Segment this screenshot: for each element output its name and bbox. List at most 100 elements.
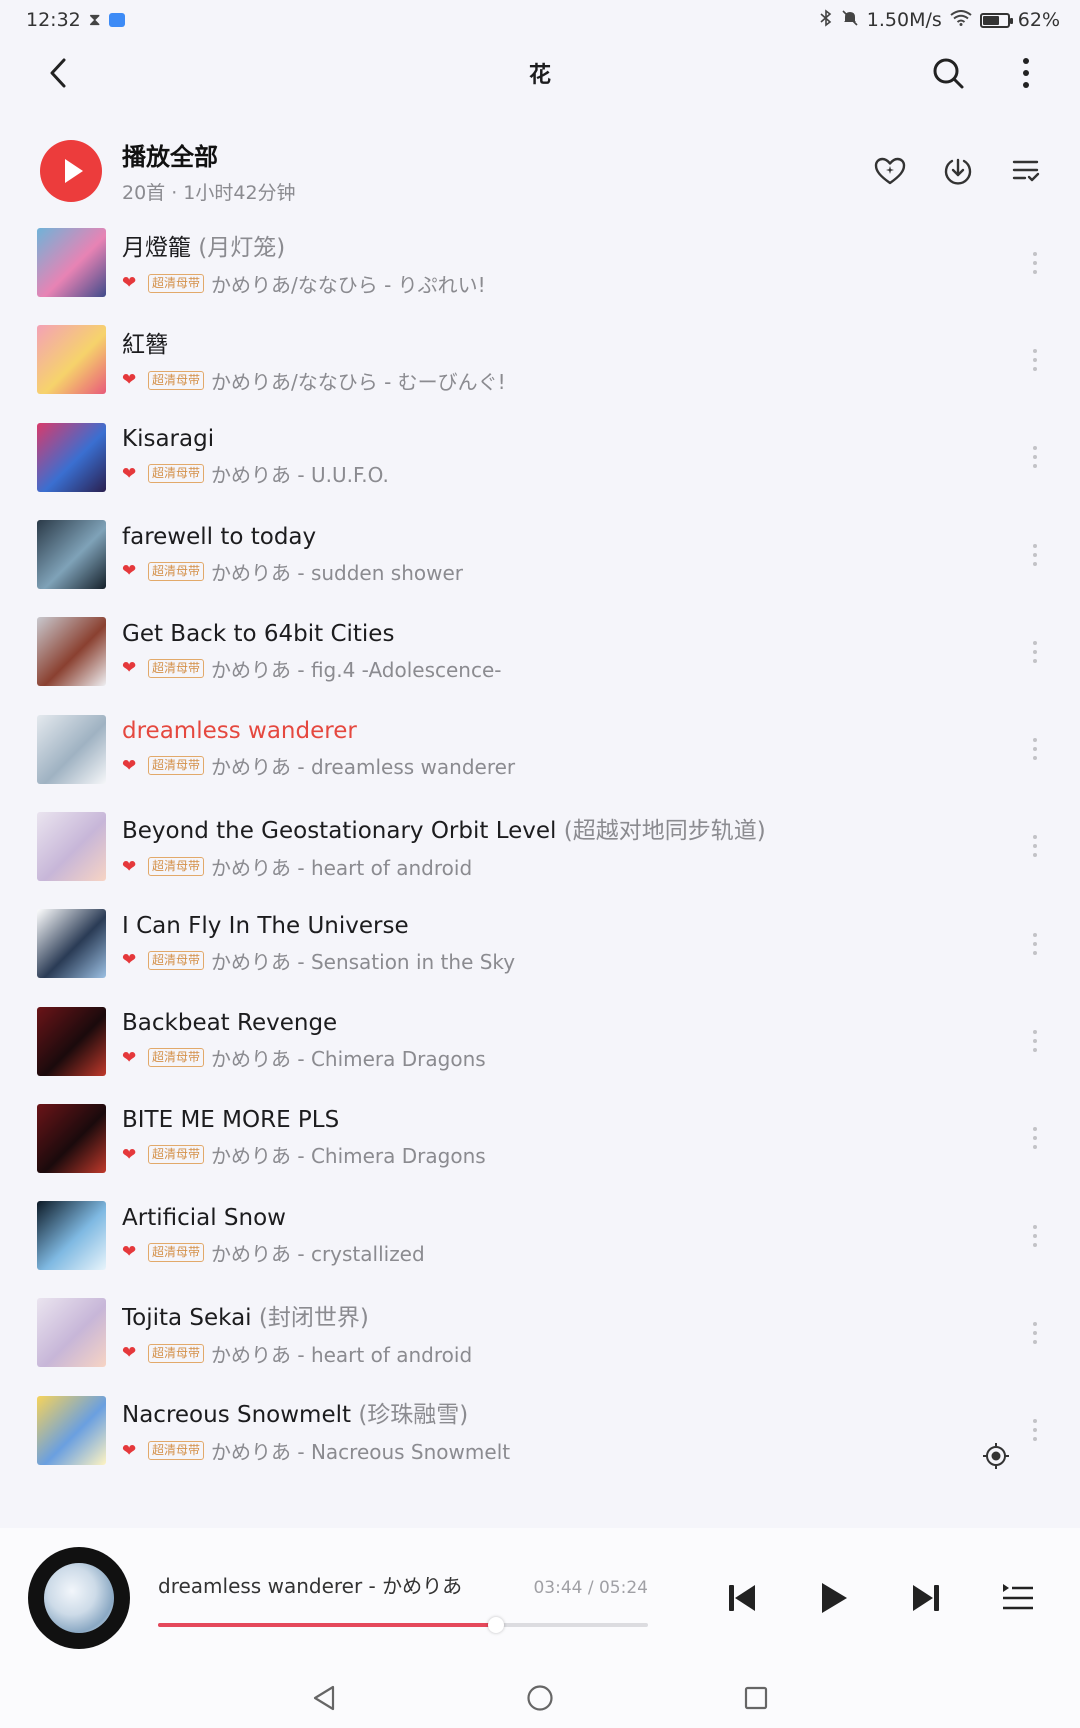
progress-knob[interactable] <box>488 1616 505 1633</box>
quality-badge: 超清母带 <box>148 1242 205 1262</box>
song-title: 月燈籠 (月灯笼) <box>122 228 1020 262</box>
song-more-button[interactable] <box>1020 1303 1050 1363</box>
song-row[interactable]: Nacreous Snowmelt (珍珠融雪) ❤ 超清母带 かめりあ - N… <box>0 1382 1080 1479</box>
liked-heart-icon: ❤ <box>122 856 137 877</box>
song-row[interactable]: farewell to today ❤ 超清母带 かめりあ - sudden s… <box>0 506 1080 603</box>
nav-home-button[interactable] <box>520 1678 560 1718</box>
song-meta: ❤ 超清母带 かめりあ - crystallized <box>122 1238 1020 1267</box>
song-row[interactable]: I Can Fly In The Universe ❤ 超清母带 かめりあ - … <box>0 895 1080 992</box>
song-meta: ❤ 超清母带 かめりあ - Chimera Dragons <box>122 1140 1020 1169</box>
song-meta: ❤ 超清母带 かめりあ - Nacreous Snowmelt <box>122 1436 1020 1465</box>
song-info: Artificial Snow ❤ 超清母带 かめりあ - crystalliz… <box>122 1205 1020 1267</box>
song-title-text: Backbeat Revenge <box>122 1010 338 1037</box>
next-button[interactable] <box>902 1574 950 1622</box>
song-row[interactable]: 紅簪 ❤ 超清母带 かめりあ/ななひら - むーびんぐ! <box>0 311 1080 408</box>
song-more-button[interactable] <box>1020 914 1050 974</box>
song-info: Backbeat Revenge ❤ 超清母带 かめりあ - Chimera D… <box>122 1010 1020 1072</box>
song-artist-album: かめりあ/ななひら - りぷれい! <box>211 272 486 297</box>
back-button[interactable] <box>34 49 82 97</box>
album-cover <box>37 228 106 298</box>
song-more-button[interactable] <box>1020 330 1050 390</box>
more-vertical-icon <box>1033 1127 1037 1150</box>
mini-player: dreamless wanderer - かめりあ 03:44 / 05:24 <box>0 1528 1080 1668</box>
song-row[interactable]: BITE ME MORE PLS ❤ 超清母带 かめりあ - Chimera D… <box>0 1090 1080 1187</box>
more-vertical-icon <box>1033 640 1037 663</box>
song-more-button[interactable] <box>1020 816 1050 876</box>
locate-current-button[interactable] <box>978 1438 1014 1474</box>
song-meta: ❤ 超清母带 かめりあ - U.U.F.O. <box>122 459 1020 488</box>
song-title-text: Get Back to 64bit Cities <box>122 620 395 647</box>
album-cover <box>37 1006 106 1076</box>
song-meta: ❤ 超清母带 かめりあ - heart of android <box>122 1339 1020 1368</box>
nav-back-button[interactable] <box>304 1678 344 1718</box>
album-art <box>44 1563 114 1633</box>
previous-button[interactable] <box>718 1574 766 1622</box>
more-vertical-icon <box>1033 738 1037 761</box>
play-button[interactable] <box>810 1574 858 1622</box>
song-artist-album: かめりあ - sudden shower <box>211 560 463 585</box>
song-row[interactable]: 月燈籠 (月灯笼) ❤ 超清母带 かめりあ/ななひら - りぷれい! <box>0 214 1080 311</box>
quality-badge: 超清母带 <box>148 857 205 877</box>
song-title-text: farewell to today <box>122 523 317 550</box>
song-row[interactable]: dreamless wanderer ❤ 超清母带 かめりあ - dreamle… <box>0 700 1080 797</box>
status-bar-right: 1.50M/s 62% <box>819 8 1060 32</box>
song-title: Get Back to 64bit Cities <box>122 621 1020 647</box>
song-title: BITE ME MORE PLS <box>122 1107 1020 1133</box>
album-cover <box>37 1201 106 1271</box>
song-more-button[interactable] <box>1020 719 1050 779</box>
song-info: Get Back to 64bit Cities ❤ 超清母带 かめりあ - f… <box>122 621 1020 683</box>
song-more-button[interactable] <box>1020 1400 1050 1460</box>
song-row[interactable]: Artificial Snow ❤ 超清母带 かめりあ - crystalliz… <box>0 1187 1080 1284</box>
song-title-text: I Can Fly In The Universe <box>122 912 409 939</box>
battery-icon <box>979 12 1013 28</box>
progress-bar[interactable] <box>158 1616 648 1633</box>
now-playing-track[interactable]: dreamless wanderer - かめりあ <box>158 1570 462 1599</box>
song-more-button[interactable] <box>1020 525 1050 585</box>
album-cover <box>37 422 106 492</box>
song-meta: ❤ 超清母带 かめりあ - Sensation in the Sky <box>122 946 1020 975</box>
song-more-button[interactable] <box>1020 1011 1050 1071</box>
album-cover <box>37 909 106 979</box>
song-row[interactable]: Kisaragi ❤ 超清母带 かめりあ - U.U.F.O. <box>0 409 1080 506</box>
album-cover <box>37 1395 106 1465</box>
song-artist-album: かめりあ - crystallized <box>211 1241 425 1266</box>
download-icon <box>944 158 972 185</box>
quality-badge: 超清母带 <box>148 464 205 484</box>
favorite-button[interactable] <box>870 151 910 191</box>
search-button[interactable] <box>924 49 972 97</box>
more-vertical-icon <box>1033 251 1037 274</box>
more-button[interactable] <box>1002 49 1050 97</box>
song-row[interactable]: Beyond the Geostationary Orbit Level (超越… <box>0 798 1080 895</box>
quality-badge: 超清母带 <box>148 370 205 390</box>
song-more-button[interactable] <box>1020 1108 1050 1168</box>
song-more-button[interactable] <box>1020 1206 1050 1266</box>
song-row[interactable]: Tojita Sekai (封闭世界) ❤ 超清母带 かめりあ - heart … <box>0 1284 1080 1381</box>
multi-select-button[interactable] <box>1006 151 1046 191</box>
song-row[interactable]: Backbeat Revenge ❤ 超清母带 かめりあ - Chimera D… <box>0 992 1080 1089</box>
more-vertical-icon <box>1033 835 1037 858</box>
song-more-button[interactable] <box>1020 622 1050 682</box>
more-vertical-icon <box>1033 932 1037 955</box>
nav-recents-button[interactable] <box>736 1678 776 1718</box>
song-more-button[interactable] <box>1020 233 1050 293</box>
back-icon <box>50 58 66 88</box>
more-vertical-icon <box>1023 58 1029 88</box>
playlist-button[interactable] <box>994 1574 1042 1622</box>
album-disc[interactable] <box>28 1547 130 1649</box>
song-meta: ❤ 超清母带 かめりあ/ななひら - むーびんぐ! <box>122 366 1020 395</box>
playlist-icon <box>1003 1584 1033 1610</box>
song-alias: (封闭世界) <box>251 1304 369 1331</box>
song-row[interactable]: Get Back to 64bit Cities ❤ 超清母带 かめりあ - f… <box>0 603 1080 700</box>
song-title-text: BITE ME MORE PLS <box>122 1107 340 1134</box>
song-artist-album: かめりあ/ななひら - むーびんぐ! <box>211 369 506 394</box>
song-info: Tojita Sekai (封闭世界) ❤ 超清母带 かめりあ - heart … <box>122 1298 1020 1368</box>
song-artist-album: かめりあ - fig.4 -Adolescence- <box>211 657 502 682</box>
status-bar: 12:32 ⧗ 1.50M/s 62% <box>0 0 1080 40</box>
play-all-button[interactable] <box>40 140 102 202</box>
download-button[interactable] <box>938 151 978 191</box>
song-more-button[interactable] <box>1020 427 1050 487</box>
hourglass-icon: ⧗ <box>88 10 101 30</box>
song-meta: ❤ 超清母带 かめりあ - dreamless wanderer <box>122 751 1020 780</box>
recents-square-icon <box>744 1686 768 1710</box>
quality-badge: 超清母带 <box>148 1441 205 1461</box>
